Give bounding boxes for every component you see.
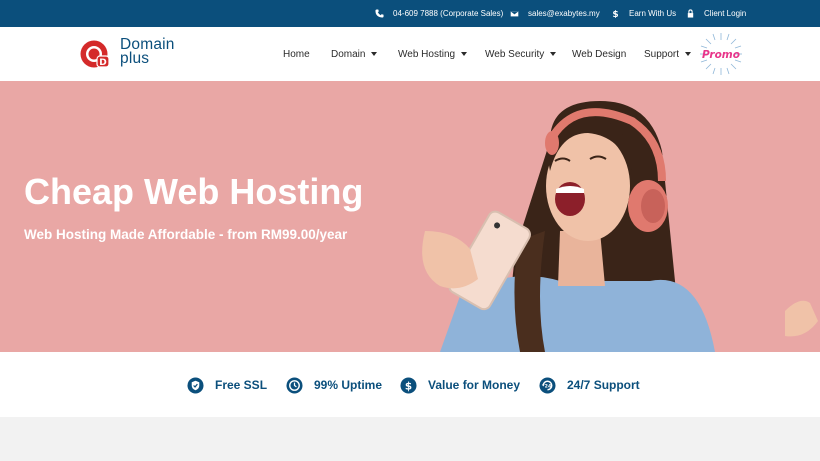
logo-mark-letter: D [99,58,106,68]
features-strip: Free SSL 99% Uptime $ Value for Money 24… [0,352,820,417]
clock-icon [286,376,303,394]
site-logo[interactable]: D Domain plus [80,37,200,70]
hero-subtitle: Web Hosting Made Affordable - from RM99.… [24,227,348,242]
logo-line-2: plus [120,50,150,67]
phone-icon [375,9,384,18]
feature-value-for-money: $ Value for Money [400,376,520,394]
nav-web-security-label: Web Security [485,48,545,60]
feature-free-ssl-label: Free SSL [215,378,268,392]
feature-uptime-label: 99% Uptime [314,378,383,392]
lock-icon [687,9,694,18]
promo-badge[interactable]: Promo [699,32,743,76]
dollar-coin-icon: $ [400,376,417,394]
nav-support[interactable]: Support [644,27,692,81]
svg-text:24: 24 [545,383,552,389]
nav-support-label: Support [644,48,680,60]
nav-web-hosting[interactable]: Web Hosting [398,27,468,81]
nav-domain-label: Domain [331,48,366,60]
logo-wordmark: Domain plus [120,37,175,67]
email-text: sales@exabytes.my [528,9,600,18]
envelope-icon [510,10,519,17]
nav-web-design[interactable]: Web Design [572,27,626,81]
site-header: D Domain plus Home Domain Web Hosting We… [0,27,820,81]
shield-check-icon [187,376,204,394]
top-bar: 04-609 7888 (Corporate Sales) sales@exab… [0,0,820,27]
support-24-7-icon: 24 [539,376,556,394]
nav-web-hosting-label: Web Hosting [398,48,456,60]
feature-free-ssl: Free SSL [187,376,267,394]
feature-uptime: 99% Uptime [286,376,382,394]
nav-home-label: Home [283,48,310,60]
feature-support-label: 24/7 Support [567,378,640,392]
nav-web-design-label: Web Design [572,48,627,60]
feature-value-label: Value for Money [428,378,521,392]
phone-text: 04-609 7888 (Corporate Sales) [393,9,504,18]
chevron-down-icon [461,52,468,56]
feature-support: 24 24/7 Support [539,376,640,394]
svg-text:$: $ [405,380,412,392]
email-link[interactable]: sales@exabytes.my [510,0,600,27]
earn-text: Earn With Us [629,9,677,18]
page-section-below [0,417,820,461]
earn-with-us-link[interactable]: $ Earn With Us [611,0,676,27]
nav-domain[interactable]: Domain [331,27,378,81]
chevron-down-icon [371,52,378,56]
client-login-link[interactable]: Client Login [686,0,746,27]
hero-banner: Cheap Web Hosting Web Hosting Made Affor… [0,81,820,352]
dollar-icon: $ [612,10,618,18]
login-text: Client Login [704,9,747,18]
chevron-down-icon [550,52,557,56]
hero-title: Cheap Web Hosting [24,171,364,212]
promo-label: Promo [702,49,740,61]
hero-woman-with-headphones-image [422,101,818,352]
chevron-down-icon [685,52,692,56]
phone-link[interactable]: 04-609 7888 (Corporate Sales) [375,0,503,27]
svg-text:$: $ [612,10,618,18]
nav-home[interactable]: Home [283,27,310,81]
logo-mark-icon: D [80,40,110,68]
nav-web-security[interactable]: Web Security [485,27,557,81]
